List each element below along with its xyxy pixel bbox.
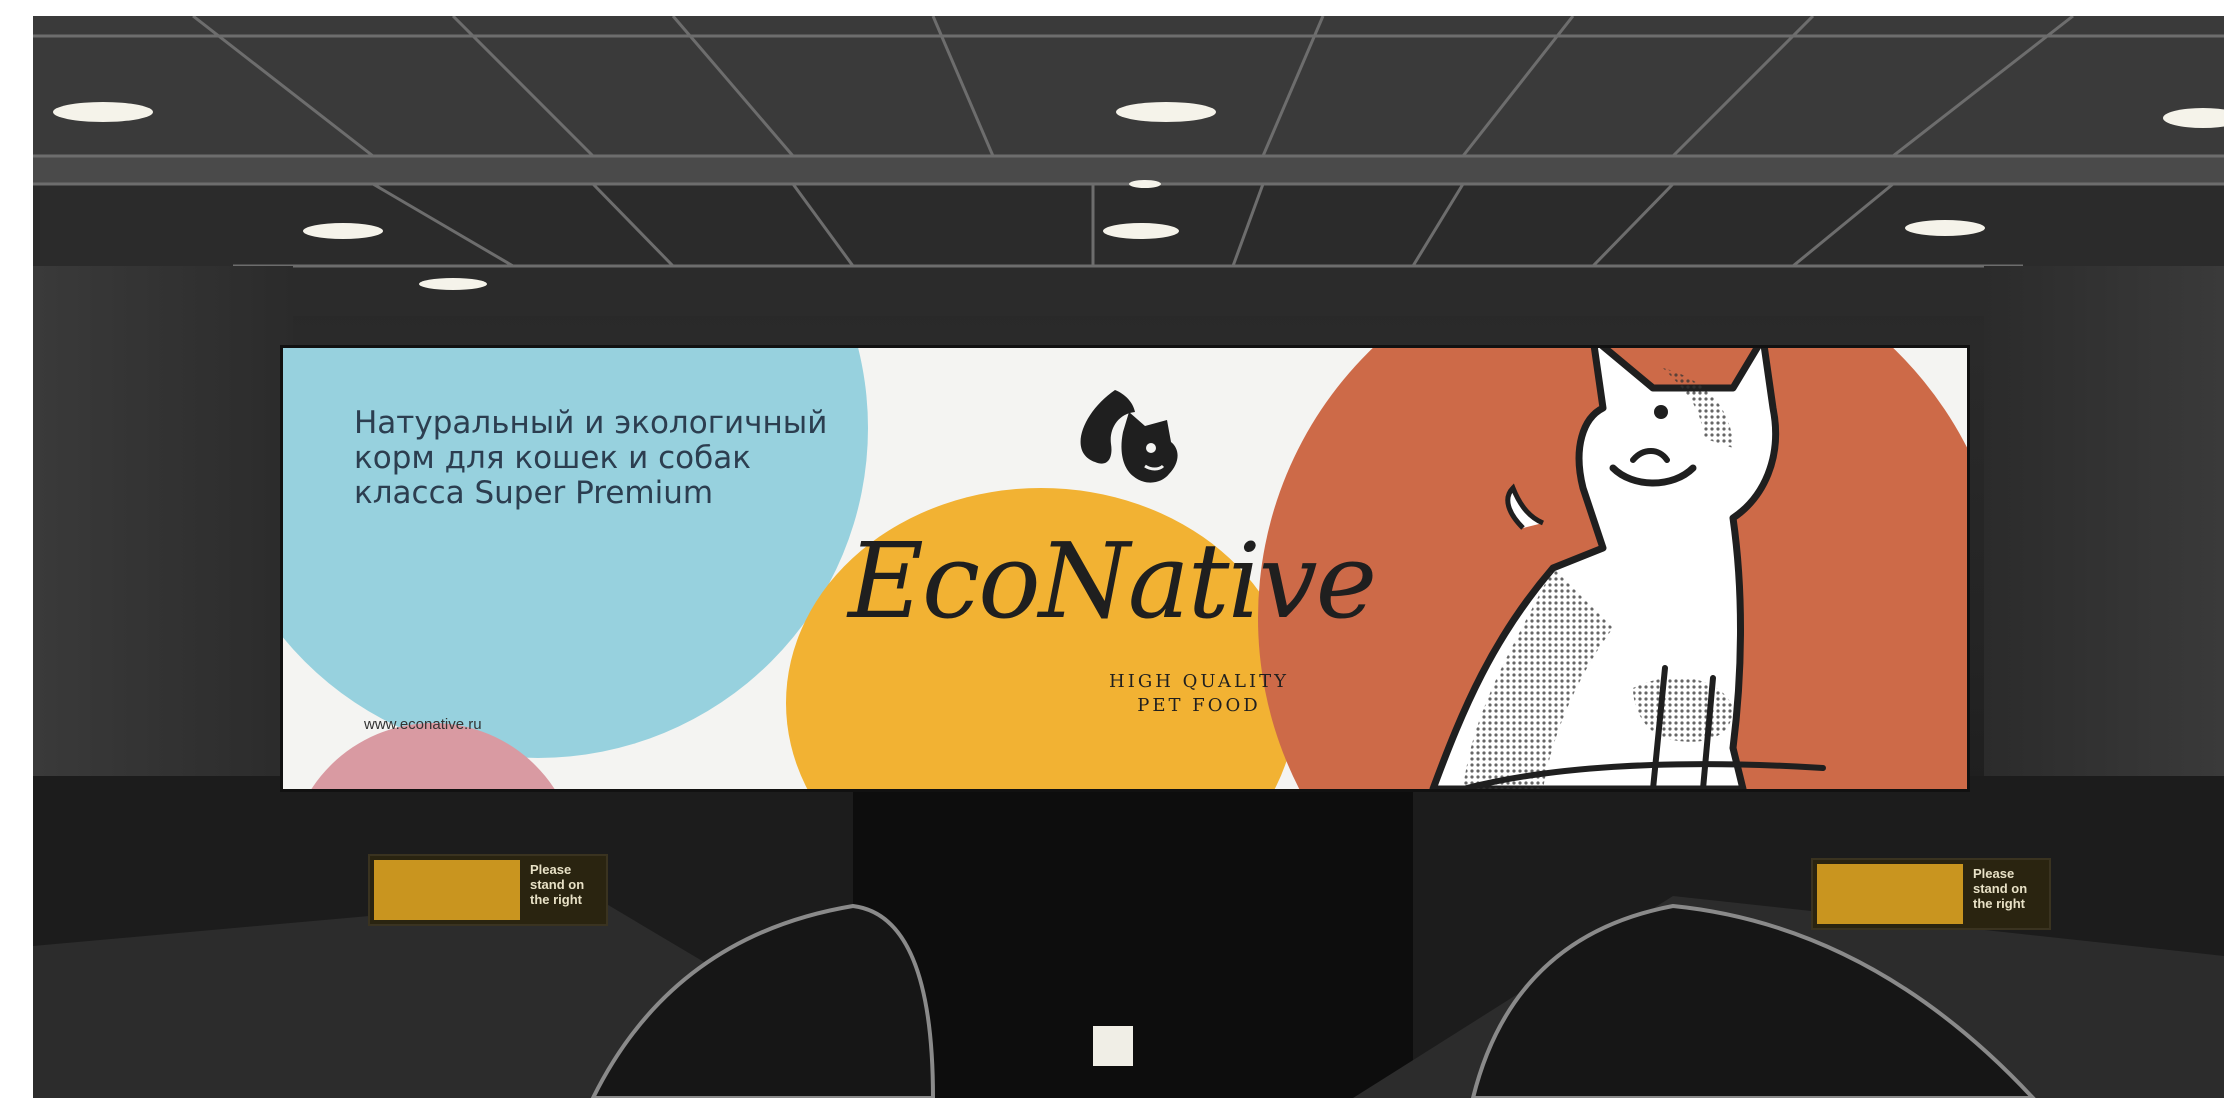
handrail-sign-right: Please stand on the right bbox=[1811, 858, 2051, 930]
headline-line-3: класса Super Premium bbox=[354, 475, 714, 511]
handrail-sign-left: Please stand on the right bbox=[368, 854, 608, 926]
brand-logo: EcoNative bbox=[848, 520, 1377, 642]
headline-line-2: корм для кошек и собак bbox=[354, 440, 751, 476]
escalators bbox=[33, 776, 2224, 1098]
cat-dog-logo-icon bbox=[1080, 390, 1178, 483]
tagline-line-1: HIGH QUALITY bbox=[1109, 671, 1289, 692]
ceiling bbox=[33, 16, 2224, 316]
sign-right-line-2: stand on bbox=[1973, 881, 2028, 896]
website-url: www.econative.ru bbox=[364, 716, 482, 733]
sign-right-line-3: the right bbox=[1973, 896, 2025, 911]
sign-left-line-1: Please bbox=[530, 862, 572, 877]
french-bulldog-illustration bbox=[1429, 348, 1826, 789]
econative-billboard: Натуральный и экологичный корм для кошек… bbox=[283, 348, 1967, 789]
headline: Натуральный и экологичный корм для кошек… bbox=[354, 406, 827, 511]
sign-right-line-1: Please bbox=[1973, 866, 2015, 881]
sign-left-line-3: the right bbox=[530, 892, 582, 907]
tagline: HIGH QUALITY PET FOOD bbox=[1019, 670, 1379, 718]
headline-line-1: Натуральный и экологичный bbox=[354, 405, 828, 441]
sign-left-line-2: stand on bbox=[530, 877, 585, 892]
tagline-line-2: PET FOOD bbox=[1137, 695, 1261, 716]
subway-scene: Please stand on the right Please stand o… bbox=[33, 16, 2224, 1098]
